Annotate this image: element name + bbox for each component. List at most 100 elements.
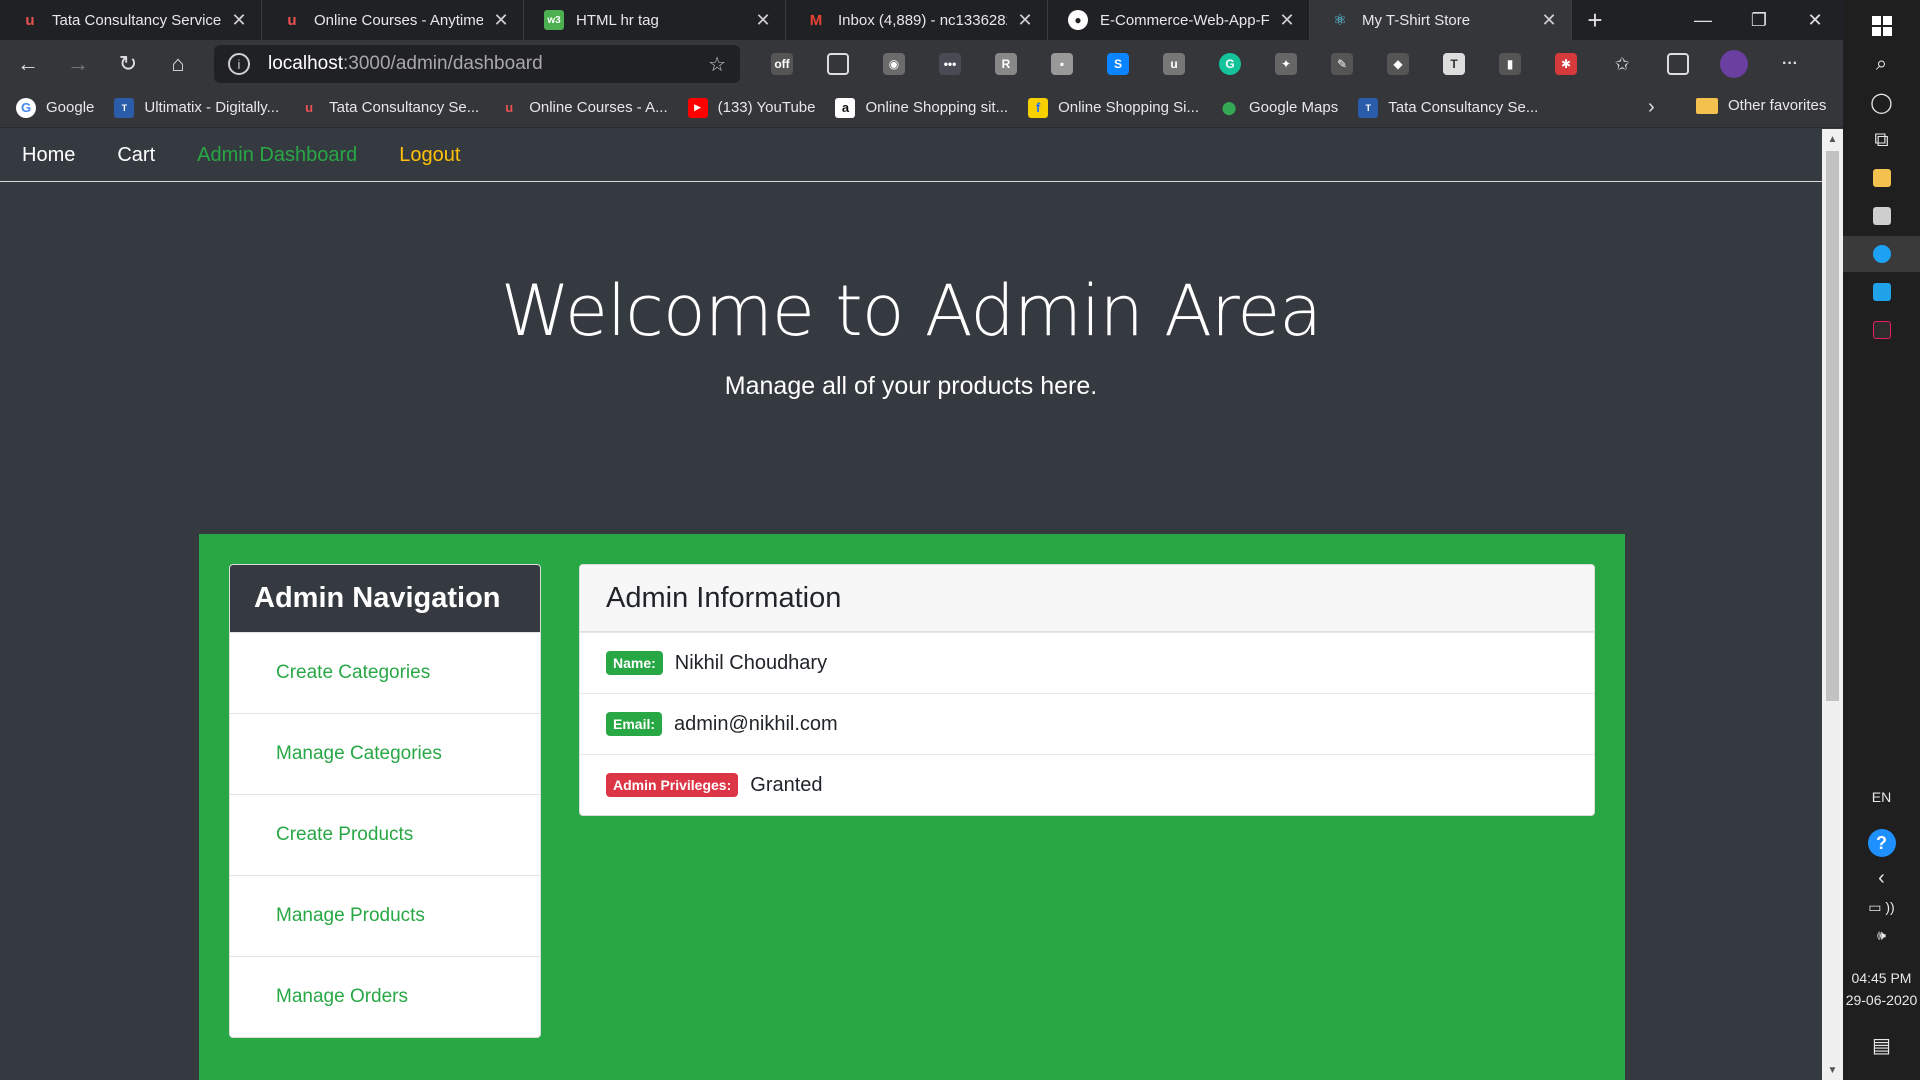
- bookmarks-bar: G Google T Ultimatix - Digitally... u Tata …: [0, 88, 1843, 128]
- bookmark-other-favorites[interactable]: Other favorites: [1696, 97, 1826, 114]
- extension-grammarly-icon[interactable]: G: [1202, 44, 1258, 84]
- extension-s-icon[interactable]: S: [1090, 44, 1146, 84]
- favorite-star-icon[interactable]: ☆: [708, 52, 726, 77]
- create-products-link[interactable]: Create Products: [230, 794, 540, 875]
- manage-orders-link[interactable]: Manage Orders: [230, 956, 540, 1037]
- restore-icon[interactable]: ❐: [1731, 0, 1787, 40]
- more-menu-icon[interactable]: ···: [1762, 44, 1818, 84]
- flipkart-icon: f: [1028, 97, 1049, 118]
- tab-tshirt-store[interactable]: ⚛ My T-Shirt Store ✕: [1310, 0, 1572, 40]
- tab-title: Online Courses - Anytime,: [314, 11, 483, 29]
- scrollbar-thumb[interactable]: [1826, 151, 1839, 701]
- bookmark-google-maps[interactable]: ⬤ Google Maps: [1219, 98, 1339, 118]
- bookmark-tcs[interactable]: u Tata Consultancy Se...: [299, 98, 479, 118]
- close-icon[interactable]: ✕: [229, 10, 249, 31]
- tab-tcs[interactable]: u Tata Consultancy Services E ✕: [0, 0, 262, 40]
- tab-title: E-Commerce-Web-App-Fr: [1100, 11, 1269, 29]
- nav-home-link[interactable]: Home: [22, 144, 75, 167]
- extension-pen-icon[interactable]: ✎: [1314, 44, 1370, 84]
- volume-icon[interactable]: 🕪: [1843, 924, 1920, 946]
- help-icon[interactable]: ?: [1843, 826, 1920, 860]
- page-scrollbar[interactable]: ▲ ▼: [1822, 129, 1843, 1080]
- refresh-icon[interactable]: ↻: [106, 44, 150, 84]
- webstorm-icon[interactable]: [1843, 274, 1920, 310]
- bookmark-flipkart[interactable]: f Online Shopping Si...: [1028, 97, 1199, 118]
- tab-title: My T-Shirt Store: [1362, 11, 1471, 29]
- manage-products-link[interactable]: Manage Products: [230, 875, 540, 956]
- scroll-up-icon[interactable]: ▲: [1822, 129, 1843, 149]
- edge-icon[interactable]: [1843, 236, 1920, 272]
- address-bar[interactable]: i localhost:3000/admin/dashboard ☆: [214, 45, 740, 83]
- bookmark-ultimatix[interactable]: T Ultimatix - Digitally...: [114, 97, 279, 118]
- udemy-icon: u: [505, 100, 514, 115]
- close-icon[interactable]: ✕: [753, 10, 773, 31]
- admin-name-row: Name: Nikhil Choudhary: [580, 632, 1594, 693]
- terminal-icon[interactable]: [1843, 312, 1920, 348]
- bookmark-google[interactable]: G Google: [16, 97, 94, 118]
- email-badge: Email:: [606, 712, 663, 736]
- manage-categories-link[interactable]: Manage Categories: [230, 713, 540, 794]
- extension-bug-icon[interactable]: ✱: [1538, 44, 1594, 84]
- extension-card-icon[interactable]: ▪: [1034, 44, 1090, 84]
- chevron-left-icon[interactable]: ‹: [1843, 866, 1920, 890]
- admin-privileges-value: Granted: [750, 773, 823, 796]
- extension-ublock-icon[interactable]: u: [1146, 44, 1202, 84]
- tab-gmail[interactable]: M Inbox (4,889) - nc1336282 ✕: [786, 0, 1048, 40]
- extension-camera-icon[interactable]: ◉: [866, 44, 922, 84]
- close-window-icon[interactable]: ✕: [1787, 0, 1843, 40]
- extension-pin-icon[interactable]: ▮: [1482, 44, 1538, 84]
- close-icon[interactable]: ✕: [1277, 10, 1297, 31]
- bookmark-tcs-2[interactable]: T Tata Consultancy Se...: [1358, 97, 1538, 118]
- extension-cube-icon[interactable]: ◆: [1370, 44, 1426, 84]
- udemy-icon: u: [25, 11, 35, 29]
- close-icon[interactable]: ✕: [1015, 10, 1035, 31]
- close-icon[interactable]: ✕: [491, 10, 511, 31]
- tata-icon: T: [1358, 97, 1379, 118]
- create-categories-link[interactable]: Create Categories: [230, 632, 540, 713]
- battery-wifi-icon[interactable]: ▭ )): [1843, 896, 1920, 918]
- chevron-right-icon[interactable]: ›: [1648, 96, 1655, 119]
- screen: u Tata Consultancy Services E ✕ u Online…: [0, 0, 1920, 1080]
- privileges-badge: Admin Privileges:: [606, 773, 739, 797]
- windows-taskbar: ⌕ ◯ ⧉ EN ? ‹ ▭ )) 🕪 04:45 PM 29-06-2020 …: [1843, 0, 1920, 1080]
- minimize-icon[interactable]: —: [1675, 0, 1731, 40]
- udemy-icon: u: [305, 100, 314, 115]
- extension-dots-icon[interactable]: •••: [922, 44, 978, 84]
- tab-online-courses[interactable]: u Online Courses - Anytime, ✕: [262, 0, 524, 40]
- nav-cart-link[interactable]: Cart: [117, 144, 155, 167]
- cortana-icon[interactable]: ◯: [1843, 84, 1920, 120]
- extension-screen-icon[interactable]: [810, 44, 866, 84]
- new-tab-button[interactable]: +: [1572, 0, 1618, 40]
- extension-off-icon[interactable]: off: [754, 44, 810, 84]
- windows-start-icon[interactable]: [1843, 8, 1920, 44]
- close-icon[interactable]: ✕: [1539, 10, 1559, 31]
- github-icon: ●: [1068, 10, 1088, 30]
- forward-icon[interactable]: →: [56, 44, 100, 84]
- nav-admin-dashboard-link[interactable]: Admin Dashboard: [197, 144, 357, 167]
- extension-r-icon[interactable]: R: [978, 44, 1034, 84]
- tab-html-hr[interactable]: w3 HTML hr tag ✕: [524, 0, 786, 40]
- system-clock[interactable]: 04:45 PM 29-06-2020: [1843, 966, 1920, 1012]
- task-view-icon[interactable]: ⧉: [1843, 122, 1920, 158]
- search-icon[interactable]: ⌕: [1843, 46, 1920, 82]
- home-icon[interactable]: ⌂: [156, 44, 200, 84]
- notifications-icon[interactable]: ▤: [1843, 1030, 1920, 1060]
- calculator-icon[interactable]: [1843, 198, 1920, 234]
- extension-bird-icon[interactable]: ✦: [1258, 44, 1314, 84]
- info-icon[interactable]: i: [228, 53, 250, 75]
- favorites-icon[interactable]: ✩: [1594, 44, 1650, 84]
- back-icon[interactable]: ←: [6, 44, 50, 84]
- extension-t-icon[interactable]: T: [1426, 44, 1482, 84]
- clock-time: 04:45 PM: [1851, 970, 1912, 986]
- collections-icon[interactable]: [1650, 44, 1706, 84]
- bookmark-amazon[interactable]: a Online Shopping sit...: [835, 97, 1008, 118]
- file-explorer-icon[interactable]: [1843, 160, 1920, 196]
- nav-logout-link[interactable]: Logout: [399, 144, 460, 167]
- language-indicator[interactable]: EN: [1843, 786, 1920, 808]
- tab-strip: u Tata Consultancy Services E ✕ u Online…: [0, 0, 1843, 40]
- bookmark-online-courses[interactable]: u Online Courses - A...: [499, 98, 667, 118]
- tab-github[interactable]: ● E-Commerce-Web-App-Fr ✕: [1048, 0, 1310, 40]
- bookmark-youtube[interactable]: ▶ (133) YouTube: [687, 97, 815, 118]
- scroll-down-icon[interactable]: ▼: [1822, 1060, 1843, 1080]
- profile-avatar[interactable]: [1706, 44, 1762, 84]
